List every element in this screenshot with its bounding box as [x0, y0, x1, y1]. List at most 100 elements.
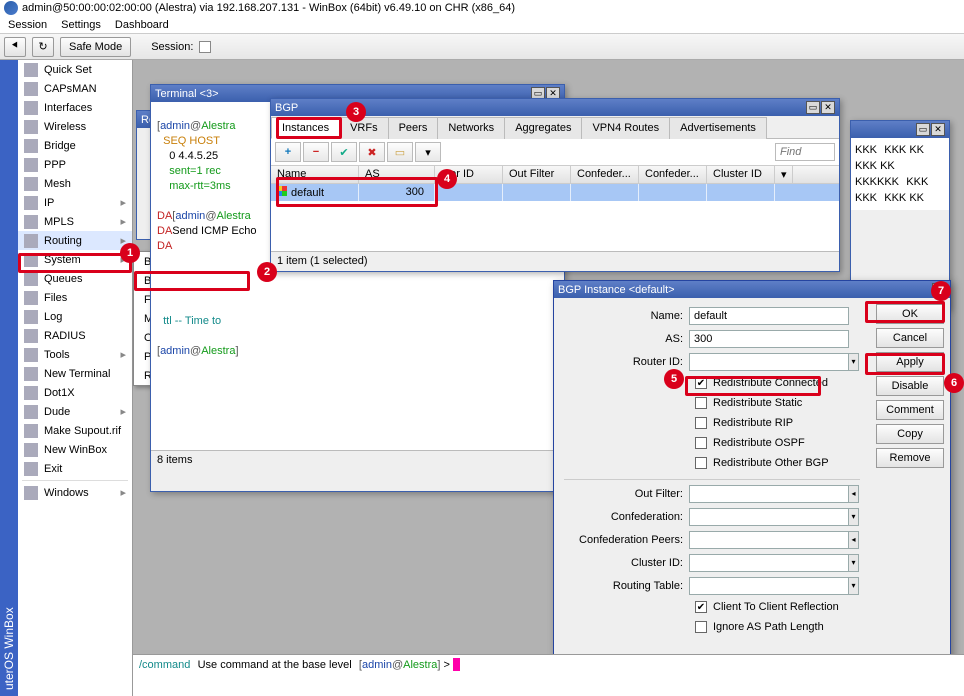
sidebar-item-label: Queues	[44, 273, 83, 285]
copy-button[interactable]: Copy	[876, 424, 944, 444]
dropdown-icon[interactable]: ▾	[849, 577, 859, 595]
sidebar-item-wireless[interactable]: Wireless	[18, 117, 132, 136]
minimize-icon[interactable]: ▭	[916, 123, 930, 136]
column-menu-icon[interactable]: ▾	[775, 166, 793, 183]
remove-button[interactable]: Remove	[876, 448, 944, 468]
menu-session[interactable]: Session	[8, 19, 47, 31]
dropdown-icon[interactable]: ◂	[849, 485, 859, 503]
tab-advertisements[interactable]: Advertisements	[669, 117, 767, 139]
menu-icon	[24, 101, 38, 115]
filter-button[interactable]: ▾	[415, 142, 441, 162]
redist-other-checkbox[interactable]	[695, 457, 707, 469]
sidebar-item-label: Exit	[44, 463, 62, 475]
column-header[interactable]: Confeder...	[639, 166, 707, 183]
sidebar-item-mesh[interactable]: Mesh	[18, 174, 132, 193]
menu-settings[interactable]: Settings	[61, 19, 101, 31]
back-button[interactable]: ⯇	[4, 37, 26, 57]
sidebar-item-windows[interactable]: Windows▸	[18, 483, 132, 502]
sidebar-item-new-terminal[interactable]: New Terminal	[18, 364, 132, 383]
sidebar-item-log[interactable]: Log	[18, 307, 132, 326]
sidebar-item-dot1x[interactable]: Dot1X	[18, 383, 132, 402]
apply-button[interactable]: Apply	[876, 352, 944, 372]
safe-mode-button[interactable]: Safe Mode	[60, 37, 131, 57]
sidebar-item-exit[interactable]: Exit	[18, 459, 132, 478]
menu-icon	[24, 462, 38, 476]
cancel-button[interactable]: Cancel	[876, 328, 944, 348]
column-header[interactable]: AS	[359, 166, 435, 183]
tab-aggregates[interactable]: Aggregates	[504, 117, 582, 139]
sidebar-item-mpls[interactable]: MPLS▸	[18, 212, 132, 231]
close-icon[interactable]: ✕	[821, 101, 835, 114]
label-name: Name:	[554, 310, 689, 322]
routerid-dropdown-icon[interactable]: ▾	[849, 353, 859, 371]
redist-connected-checkbox[interactable]: ✔	[695, 377, 707, 389]
submenu-arrow-icon: ▸	[120, 215, 126, 228]
sidebar-item-label: Routing	[44, 235, 82, 247]
label-confedpeers: Confederation Peers:	[554, 534, 689, 546]
sidebar-item-interfaces[interactable]: Interfaces	[18, 98, 132, 117]
name-input[interactable]	[689, 307, 849, 325]
sidebar-item-tools[interactable]: Tools▸	[18, 345, 132, 364]
sidebar-item-label: Tools	[44, 349, 70, 361]
c2c-checkbox[interactable]: ✔	[695, 601, 707, 613]
redo-button[interactable]: ↻	[32, 37, 54, 57]
disable-button[interactable]: ✖	[359, 142, 385, 162]
sidebar-item-quick-set[interactable]: Quick Set	[18, 60, 132, 79]
column-header[interactable]: Out Filter	[503, 166, 571, 183]
redist-rip-checkbox[interactable]	[695, 417, 707, 429]
cursor-icon	[453, 658, 460, 671]
enable-button[interactable]: ✔	[331, 142, 357, 162]
bottom-terminal[interactable]: /command Use command at the base level […	[133, 654, 964, 696]
menu-icon	[24, 63, 38, 77]
sidebar-item-files[interactable]: Files	[18, 288, 132, 307]
dropdown-icon[interactable]: ▾	[849, 508, 859, 526]
tab-networks[interactable]: Networks	[437, 117, 505, 139]
tab-vrfs[interactable]: VRFs	[339, 117, 389, 139]
bgp-instance-row[interactable]: default 300	[271, 184, 839, 201]
remove-button[interactable]: −	[303, 142, 329, 162]
comment-button[interactable]: ▭	[387, 142, 413, 162]
outfilter-input[interactable]	[689, 485, 849, 503]
ignoreas-checkbox[interactable]	[695, 621, 707, 633]
add-button[interactable]: +	[275, 142, 301, 162]
column-header[interactable]: Confeder...	[571, 166, 639, 183]
column-header[interactable]: Cluster ID	[707, 166, 775, 183]
sidebar-item-routing[interactable]: Routing▸	[18, 231, 132, 250]
sidebar-item-capsman[interactable]: CAPsMAN	[18, 79, 132, 98]
tab-instances[interactable]: Instances	[271, 117, 340, 139]
disable-button[interactable]: Disable	[876, 376, 944, 396]
sidebar-item-ip[interactable]: IP▸	[18, 193, 132, 212]
cluster-input[interactable]	[689, 554, 849, 572]
confed-input[interactable]	[689, 508, 849, 526]
dialog-title: BGP Instance <default>	[558, 284, 675, 296]
badge-3: 3	[346, 102, 366, 122]
comment-button[interactable]: Comment	[876, 400, 944, 420]
menu-icon	[24, 82, 38, 96]
sidebar-item-radius[interactable]: RADIUS	[18, 326, 132, 345]
sidebar-item-make-supout.rif[interactable]: Make Supout.rif	[18, 421, 132, 440]
find-input[interactable]	[775, 143, 835, 161]
menu-dashboard[interactable]: Dashboard	[115, 19, 169, 31]
minimize-icon[interactable]: ▭	[806, 101, 820, 114]
sidebar-item-bridge[interactable]: Bridge	[18, 136, 132, 155]
redist-static-checkbox[interactable]	[695, 397, 707, 409]
sidebar-item-system[interactable]: System▸	[18, 250, 132, 269]
confedpeers-input[interactable]	[689, 531, 849, 549]
as-input[interactable]	[689, 330, 849, 348]
ok-button[interactable]: OK	[876, 304, 944, 324]
redist-ospf-checkbox[interactable]	[695, 437, 707, 449]
submenu-arrow-icon: ▸	[120, 486, 126, 499]
sidebar-item-queues[interactable]: Queues	[18, 269, 132, 288]
sidebar-item-ppp[interactable]: PPP	[18, 155, 132, 174]
column-header[interactable]: Name	[271, 166, 359, 183]
close-icon[interactable]: ✕	[931, 123, 945, 136]
rtable-input[interactable]	[689, 577, 849, 595]
tab-peers[interactable]: Peers	[388, 117, 439, 139]
tab-vpn4-routes[interactable]: VPN4 Routes	[581, 117, 670, 139]
sidebar-item-dude[interactable]: Dude▸	[18, 402, 132, 421]
dropdown-icon[interactable]: ◂	[849, 531, 859, 549]
routerid-input[interactable]	[689, 353, 849, 371]
dropdown-icon[interactable]: ▾	[849, 554, 859, 572]
sidebar-item-new-winbox[interactable]: New WinBox	[18, 440, 132, 459]
session-checkbox[interactable]	[199, 41, 211, 53]
